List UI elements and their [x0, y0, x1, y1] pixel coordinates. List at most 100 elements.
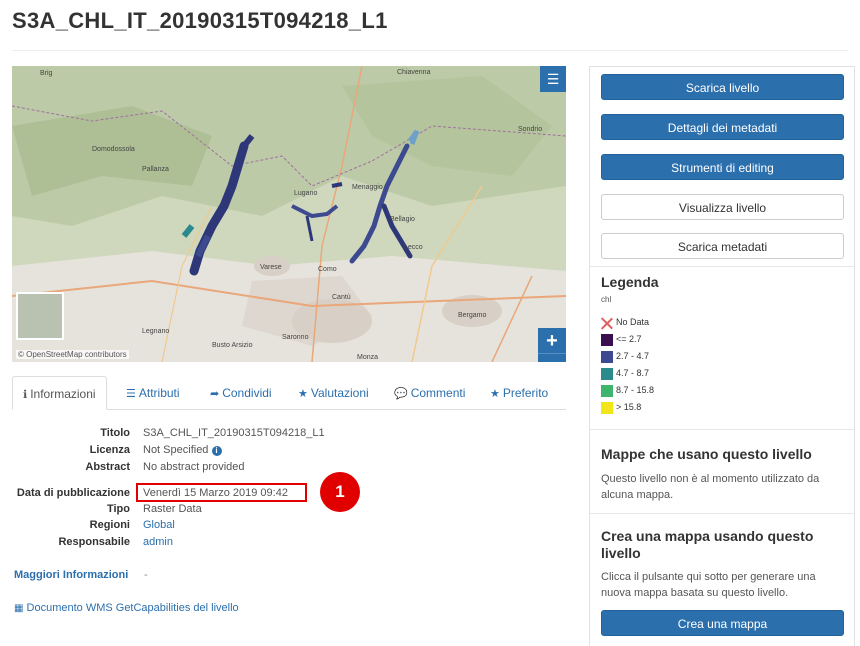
comment-icon: 💬 — [394, 388, 408, 400]
legend-item: No Data — [601, 316, 649, 329]
callout-marker: 1 — [320, 472, 360, 512]
legend-swatch — [601, 333, 613, 346]
info-key: Licenza — [89, 444, 130, 456]
map-label: Domodossola — [92, 146, 135, 153]
create-map-title: Crea una mappa usando questo livello — [601, 528, 814, 561]
title-divider — [12, 50, 848, 51]
map-label: Busto Arsizio — [212, 342, 253, 349]
tab-valutazioni[interactable]: ★ Valutazioni — [288, 376, 379, 410]
owner-link[interactable]: admin — [143, 536, 173, 548]
legend-title: Legenda — [601, 274, 659, 290]
more-info-value: - — [144, 569, 148, 581]
legend-item: <= 2.7 — [601, 333, 642, 346]
map-label: Brig — [40, 70, 53, 77]
wms-capabilities-link[interactable]: ▦ Documento WMS GetCapabilities del live… — [14, 602, 239, 614]
info-key: Abstract — [85, 461, 130, 473]
map-label: Pallanza — [142, 166, 169, 173]
legend-item: 8.7 - 15.8 — [601, 384, 654, 397]
map-label: Varese — [260, 264, 282, 271]
layer-sidebar: Scarica livello Dettagli dei metadati St… — [589, 66, 855, 646]
legend-label: 8.7 - 15.8 — [616, 385, 655, 395]
map-label: Bellagio — [390, 216, 415, 223]
license-text: Not Specified — [143, 444, 209, 456]
zoom-in-button[interactable]: + — [538, 328, 566, 354]
region-link[interactable]: Global — [143, 519, 175, 531]
info-key: Data di pubblicazione — [16, 487, 130, 499]
highlight-box — [136, 483, 307, 502]
tab-condividi[interactable]: ➦ Condividi — [200, 376, 282, 410]
layer-detail-tabs: ℹ Informazioni ☰ Attributi ➦ Condividi ★ Val… — [12, 376, 566, 410]
legend-item: 2.7 - 4.7 — [601, 350, 649, 363]
list-icon: ☰ — [126, 388, 136, 400]
create-map-button[interactable]: Crea una mappa — [601, 610, 844, 636]
divider — [590, 513, 854, 514]
legend-swatch — [601, 384, 613, 397]
view-layer-button[interactable]: Visualizza livello — [601, 194, 844, 220]
map-label: Legnano — [142, 328, 170, 335]
zoom-out-button[interactable]: − — [538, 354, 566, 362]
basemap-switcher-thumbnail[interactable] — [16, 292, 64, 340]
map-label: Sondrio — [518, 126, 543, 133]
star-icon: ★ — [298, 388, 308, 400]
tab-label: Informazioni — [30, 387, 96, 401]
info-value: No abstract provided — [143, 461, 245, 473]
info-circle-icon[interactable]: i — [211, 446, 222, 456]
map-layers-menu-button[interactable]: ☰ — [540, 66, 566, 92]
divider — [590, 266, 854, 267]
tab-informazioni[interactable]: ℹ Informazioni — [12, 376, 107, 410]
legend-label: No Data — [616, 317, 650, 327]
map-icon: ▦ — [14, 603, 24, 614]
share-icon: ➦ — [210, 388, 220, 400]
editing-tools-button[interactable]: Strumenti di editing — [601, 154, 844, 180]
legend-item: 4.7 - 8.7 — [601, 367, 649, 380]
info-value: Not Specified i — [143, 444, 222, 456]
tab-attributi[interactable]: ☰ Attributi — [116, 376, 190, 410]
tab-label: Commenti — [410, 386, 466, 400]
map-label: Saronno — [282, 334, 309, 341]
info-icon: ℹ — [23, 389, 28, 401]
more-info-link[interactable]: Maggiori Informazioni — [14, 569, 128, 581]
map-label: Lugano — [294, 190, 318, 197]
divider — [590, 429, 854, 430]
map-attribution[interactable]: © OpenStreetMap contributors — [16, 350, 129, 359]
maps-using-title: Mappe che usano questo livello — [601, 446, 812, 462]
legend-swatch — [601, 367, 613, 380]
legend-item: > 15.8 — [601, 401, 641, 414]
map-label: Como — [318, 266, 337, 273]
star-icon: ★ — [490, 388, 500, 400]
download-metadata-button[interactable]: Scarica metadati — [601, 233, 844, 259]
info-key: Regioni — [89, 519, 130, 531]
create-map-text: Clicca il pulsante qui sotto per generar… — [601, 571, 816, 599]
legend-unit: chl — [601, 295, 612, 304]
legend-swatch — [601, 401, 613, 414]
map-label: Chiavenna — [397, 69, 431, 76]
maps-using-text: Questo livello non è al momento utilizza… — [601, 473, 820, 501]
map-label: Menaggio — [352, 184, 383, 191]
map-label: Monza — [357, 354, 379, 361]
info-value: Raster Data — [143, 503, 202, 515]
tab-label: Attributi — [138, 386, 180, 400]
legend-label: > 15.8 — [616, 402, 642, 412]
zoom-controls: + − ··· — [538, 328, 566, 362]
no-data-icon — [601, 317, 613, 329]
legend-label: 2.7 - 4.7 — [616, 351, 650, 361]
tab-label: Condividi — [222, 386, 272, 400]
download-layer-button[interactable]: Scarica livello — [601, 74, 844, 100]
legend-swatch — [601, 350, 613, 363]
wms-link-label: Documento WMS GetCapabilities del livell… — [26, 602, 239, 614]
info-value: S3A_CHL_IT_20190315T094218_L1 — [143, 427, 325, 439]
map-viewer[interactable]: Brig Domodossola Lugano Varese Como Lecc… — [12, 66, 566, 362]
legend-label: 4.7 - 8.7 — [616, 368, 650, 378]
metadata-details-button[interactable]: Dettagli dei metadati — [601, 114, 844, 140]
tab-label: Preferito — [502, 386, 549, 400]
page-title: S3A_CHL_IT_20190315T094218_L1 — [12, 8, 388, 33]
info-key: Responsabile — [58, 536, 130, 548]
legend-label: <= 2.7 — [616, 334, 642, 344]
tab-label: Valutazioni — [310, 386, 369, 400]
info-key: Titolo — [100, 427, 130, 439]
info-key: Tipo — [106, 503, 130, 515]
map-label: Lecco — [404, 244, 423, 251]
tab-preferito[interactable]: ★ Preferito — [480, 376, 558, 410]
tab-commenti[interactable]: 💬 Commenti — [384, 376, 475, 410]
map-label: Cantù — [332, 294, 351, 301]
